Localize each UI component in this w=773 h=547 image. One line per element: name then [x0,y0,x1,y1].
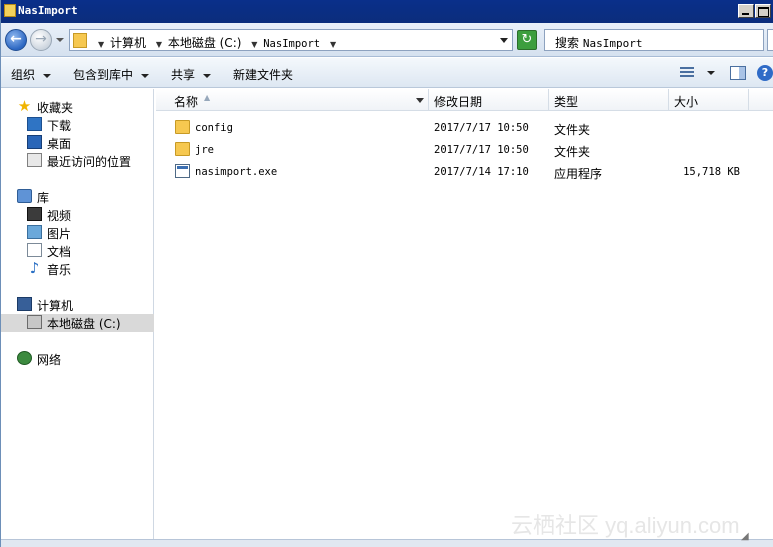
nav-label: 最近访问的位置 [47,155,132,169]
nav-label: 图片 [47,227,72,241]
refresh-button[interactable]: ↻ [517,30,537,50]
forward-button[interactable]: → [30,29,52,51]
file-modified: 2017/7/17 10:50 [434,144,529,156]
file-type: 文件夹 [554,123,591,137]
nav-label: 桌面 [47,137,72,151]
nav-label: 下载 [47,119,72,133]
column-label: 大小 [674,95,699,109]
file-name: config [195,122,233,134]
library-icon [17,189,32,203]
nav-label: 视频 [47,209,72,223]
column-header-row: 名称 ▲ 修改日期 类型 大小 [156,89,773,111]
column-label: 名称 [174,95,199,109]
nav-label: 网络 [37,353,62,367]
share-label: 共享 [171,68,196,82]
back-button[interactable]: ← [5,29,27,51]
watermark: 云栖社区 yq.aliyun.com [511,513,740,538]
network-icon [17,351,32,365]
computer-icon [17,297,32,311]
video-icon [27,207,42,221]
file-type: 文件夹 [554,145,591,159]
new-folder-button[interactable]: 新建文件夹 [233,66,293,83]
new-folder-label: 新建文件夹 [233,68,294,82]
minimize-button[interactable] [738,4,754,18]
column-header-modified[interactable]: 修改日期 [429,89,549,111]
chevron-down-icon[interactable]: ▼ [251,40,257,49]
column-label: 类型 [554,95,579,109]
nav-label: 收藏夹 [37,101,74,115]
file-type: 应用程序 [554,167,603,181]
column-header-size[interactable]: 大小 [669,89,749,111]
chevron-down-icon [141,73,150,78]
address-history-chevron-down-icon[interactable] [500,38,508,43]
navigation-pane: ★ 收藏夹 下载 桌面 最近访问的位置 库 视频 图片 文档 ♪ 音乐 计算机 … [1,89,154,547]
nav-label: 计算机 [37,299,74,313]
recent-pages-chevron-down-icon[interactable] [56,38,64,42]
folder-icon [175,120,190,134]
pictures-icon [27,225,42,239]
nav-label: 音乐 [47,263,72,277]
nav-label: 文档 [47,245,72,259]
chevron-down-icon[interactable]: ▼ [156,40,162,49]
folder-icon [175,142,190,156]
file-modified: 2017/7/14 17:10 [434,166,529,178]
include-in-library-button[interactable]: 包含到库中 [73,66,150,83]
document-icon [27,243,42,257]
file-size: 15,718 KB [683,166,740,178]
file-row[interactable]: config 2017/7/17 10:50 文件夹 [156,117,773,139]
address-row: ← → ▼ 计算机 ▼ 本地磁盘 (C:) ▼ NasImport ▼ ↻ 搜索… [1,23,773,57]
download-icon [27,117,42,131]
chevron-down-icon[interactable]: ▼ [98,40,104,49]
search-label: 搜索 [555,36,580,50]
view-options-icon[interactable] [680,67,694,79]
search-input[interactable]: 搜索 NasImport [544,29,764,51]
file-modified: 2017/7/17 10:50 [434,122,529,134]
maximize-button[interactable] [755,4,771,18]
status-bar [1,539,773,547]
chevron-down-icon[interactable]: ▼ [330,40,336,49]
search-button[interactable] [767,29,773,51]
title-bar: NasImport [1,0,773,23]
file-row[interactable]: jre 2017/7/17 10:50 文件夹 [156,139,773,161]
chevron-down-icon [203,73,212,78]
file-row[interactable]: nasimport.exe 2017/7/14 17:10 应用程序 15,71… [156,161,773,183]
folder-icon [4,4,16,17]
preview-pane-icon[interactable] [730,66,746,80]
view-chevron-down-icon[interactable] [707,71,715,75]
breadcrumb-local-disk[interactable]: 本地磁盘 (C:) [168,36,242,50]
nav-label: 库 [37,191,50,205]
organize-menu-button[interactable]: 组织 [11,66,52,83]
explorer-window: NasImport ← → ▼ 计算机 ▼ 本地磁盘 (C:) ▼ NasImp… [0,0,773,547]
breadcrumb: ▼ 计算机 ▼ 本地磁盘 (C:) ▼ NasImport ▼ [94,34,338,51]
resize-grip-icon[interactable]: ◢ [741,531,759,543]
recent-places-icon [27,153,42,167]
help-icon[interactable]: ? [757,65,773,81]
window-title: NasImport [18,4,78,17]
file-name: nasimport.exe [195,166,278,178]
column-header-type[interactable]: 类型 [549,89,669,111]
organize-label: 组织 [11,68,36,82]
sort-ascending-icon: ▲ [204,93,211,102]
music-icon: ♪ [29,259,40,277]
chevron-down-icon [43,73,52,78]
breadcrumb-nasimport[interactable]: NasImport [263,38,320,50]
column-filter-chevron-down-icon[interactable] [416,98,424,103]
address-bar[interactable]: ▼ 计算机 ▼ 本地磁盘 (C:) ▼ NasImport ▼ [69,29,513,51]
nav-label: 本地磁盘 (C:) [47,317,121,331]
column-header-name[interactable]: 名称 ▲ [156,89,429,111]
share-button[interactable]: 共享 [171,66,212,83]
file-list: 名称 ▲ 修改日期 类型 大小 config 2017/7/17 10:50 文… [156,89,773,547]
disk-drive-icon [27,315,42,329]
include-in-library-label: 包含到库中 [73,68,134,82]
star-icon: ★ [17,97,32,115]
column-label: 修改日期 [434,95,483,109]
file-name: jre [195,144,214,156]
breadcrumb-computer[interactable]: 计算机 [110,36,146,50]
search-scope: NasImport [582,37,643,50]
folder-icon [73,33,87,48]
application-icon [175,164,190,178]
command-bar: 组织 包含到库中 共享 新建文件夹 ? [1,58,773,88]
desktop-icon [27,135,42,149]
